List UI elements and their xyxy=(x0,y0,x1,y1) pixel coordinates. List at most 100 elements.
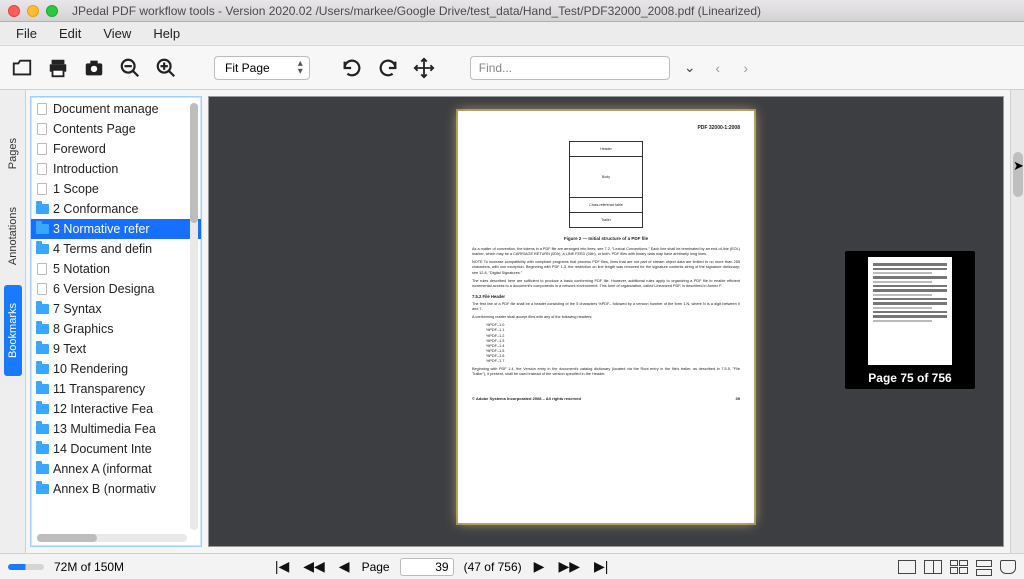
menu-file[interactable]: File xyxy=(6,24,47,43)
bookmark-item[interactable]: 4 Terms and defin xyxy=(31,239,201,259)
status-bar: 72M of 150M |◀ ◀◀ ◀ Page (47 of 756) ▶ ▶… xyxy=(0,553,1024,579)
tab-bookmarks[interactable]: Bookmarks xyxy=(4,285,22,376)
bookmark-label: Annex A (informat xyxy=(53,462,152,476)
maximize-window-button[interactable] xyxy=(46,5,58,17)
bookmark-item[interactable]: Annex A (informat xyxy=(31,459,201,479)
viewer-scrollbar[interactable]: ➤ xyxy=(1010,90,1024,553)
bookmark-label: 1 Scope xyxy=(53,182,99,196)
bookmark-item[interactable]: 3 Normative refer xyxy=(31,219,201,239)
bookmark-item[interactable]: 14 Document Inte xyxy=(31,439,201,459)
thumbnail-caption: Page 75 of 756 xyxy=(851,371,969,385)
bookmark-item[interactable]: 7 Syntax xyxy=(31,299,201,319)
rotate-cw-icon[interactable] xyxy=(376,56,400,80)
thumbnail-image xyxy=(868,257,952,365)
tab-annotations[interactable]: Annotations xyxy=(4,189,22,283)
title-bar: JPedal PDF workflow tools - Version 2020… xyxy=(0,0,1024,22)
document-icon xyxy=(35,102,49,116)
menu-edit[interactable]: Edit xyxy=(49,24,91,43)
page-para-3: The first line of a PDF file shall be a … xyxy=(472,302,740,312)
menu-help[interactable]: Help xyxy=(143,24,190,43)
document-icon xyxy=(35,122,49,136)
close-window-button[interactable] xyxy=(8,5,20,17)
bookmarks-hscrollbar[interactable] xyxy=(37,534,187,542)
page-para-1: As a matter of convention, the tokens in… xyxy=(472,247,740,257)
find-prev-icon[interactable]: ‹ xyxy=(710,60,726,76)
pdf-viewer[interactable]: PDF 32000-1:2008 Header Body Cross-refer… xyxy=(208,96,1004,547)
menu-view[interactable]: View xyxy=(93,24,141,43)
first-page-button[interactable]: |◀ xyxy=(273,558,291,575)
zoom-out-icon[interactable] xyxy=(118,56,142,80)
zoom-mode-label: Fit Page xyxy=(225,61,270,75)
bookmark-label: 2 Conformance xyxy=(53,202,138,216)
continuous-view-icon[interactable] xyxy=(976,560,992,574)
bookmark-item[interactable]: 12 Interactive Fea xyxy=(31,399,201,419)
page-count: (47 of 756) xyxy=(464,560,522,574)
pan-icon[interactable] xyxy=(412,56,436,80)
ffwd-button[interactable]: ▶▶ xyxy=(556,558,582,575)
folder-icon xyxy=(35,442,49,456)
open-file-icon[interactable] xyxy=(10,56,34,80)
document-icon xyxy=(35,142,49,156)
page-thumbnail-popup: Page 75 of 756 xyxy=(845,251,975,389)
rotate-ccw-icon[interactable] xyxy=(340,56,364,80)
bookmarks-vscrollbar[interactable] xyxy=(190,103,198,530)
bookmark-label: 13 Multimedia Fea xyxy=(53,422,156,436)
tab-pages[interactable]: Pages xyxy=(4,120,22,187)
find-next-icon[interactable]: › xyxy=(738,60,754,76)
single-page-view-icon[interactable] xyxy=(898,560,916,574)
bookmark-item[interactable]: 11 Transparency xyxy=(31,379,201,399)
zoom-in-icon[interactable] xyxy=(154,56,178,80)
bookmark-label: 5 Notation xyxy=(53,262,110,276)
bookmark-item[interactable]: 2 Conformance xyxy=(31,199,201,219)
pdf-version-header: %PDF–1.7 xyxy=(486,359,740,364)
grid-view-icon[interactable] xyxy=(950,560,968,574)
main-area: Pages Annotations Bookmarks Document man… xyxy=(0,90,1024,553)
bookmark-item[interactable]: 5 Notation xyxy=(31,259,201,279)
bookmark-item[interactable]: Document manage xyxy=(31,99,201,119)
bookmark-label: 12 Interactive Fea xyxy=(53,402,153,416)
bookmark-item[interactable]: 13 Multimedia Fea xyxy=(31,419,201,439)
bookmark-label: 11 Transparency xyxy=(53,382,145,396)
bookmark-label: 8 Graphics xyxy=(53,322,113,336)
bookmarks-list: Document manage Contents PageForeword Intr… xyxy=(31,97,201,501)
page-footer-left: © Adobe Systems Incorporated 2008 – All … xyxy=(472,396,581,401)
bookmark-item[interactable]: Foreword xyxy=(31,139,201,159)
rewind-button[interactable]: ◀◀ xyxy=(301,558,327,575)
stepper-icon: ▴▾ xyxy=(298,60,303,76)
snapshot-icon[interactable] xyxy=(82,56,106,80)
bookmark-label: Introduction xyxy=(53,162,118,176)
bookmark-item[interactable]: 10 Rendering xyxy=(31,359,201,379)
scrollbar-thumb[interactable] xyxy=(1013,152,1023,197)
folder-icon xyxy=(35,242,49,256)
struct-body: Body xyxy=(570,157,642,198)
bookmark-item[interactable]: 6 Version Designa xyxy=(31,279,201,299)
bookmark-item[interactable]: 9 Text xyxy=(31,339,201,359)
bookmark-label: Document manage xyxy=(53,102,159,116)
bookmark-item[interactable]: Introduction xyxy=(31,159,201,179)
prev-page-button[interactable]: ◀ xyxy=(337,558,352,575)
next-page-button[interactable]: ▶ xyxy=(532,558,547,575)
page-preview: PDF 32000-1:2008 Header Body Cross-refer… xyxy=(458,111,754,523)
bookmark-label: 4 Terms and defin xyxy=(53,242,152,256)
print-icon[interactable] xyxy=(46,56,70,80)
bookmark-item[interactable]: Annex B (normativ xyxy=(31,479,201,499)
last-page-button[interactable]: ▶| xyxy=(592,558,610,575)
folder-icon xyxy=(35,342,49,356)
figure-caption: Figure 2 — Initial structure of a PDF fi… xyxy=(472,236,740,241)
bookmark-item[interactable]: 8 Graphics xyxy=(31,319,201,339)
pdf-structure-figure: Header Body Cross-reference table Traile… xyxy=(569,141,643,228)
bookmark-item[interactable]: 1 Scope xyxy=(31,179,201,199)
minimize-window-button[interactable] xyxy=(27,5,39,17)
bookmark-item[interactable]: Contents Page xyxy=(31,119,201,139)
pageflow-view-icon[interactable] xyxy=(1000,560,1016,574)
facing-pages-view-icon[interactable] xyxy=(924,560,942,574)
memory-text: 72M of 150M xyxy=(54,560,124,574)
window-title: JPedal PDF workflow tools - Version 2020… xyxy=(72,4,1016,18)
find-dropdown-icon[interactable]: ⌄ xyxy=(682,59,698,76)
find-input[interactable]: Find... xyxy=(470,56,670,80)
window-controls xyxy=(8,5,58,17)
page-number-input[interactable] xyxy=(400,558,454,576)
side-tab-rail: Pages Annotations Bookmarks xyxy=(0,90,26,553)
zoom-select[interactable]: Fit Page ▴▾ xyxy=(214,56,310,80)
folder-icon xyxy=(35,422,49,436)
